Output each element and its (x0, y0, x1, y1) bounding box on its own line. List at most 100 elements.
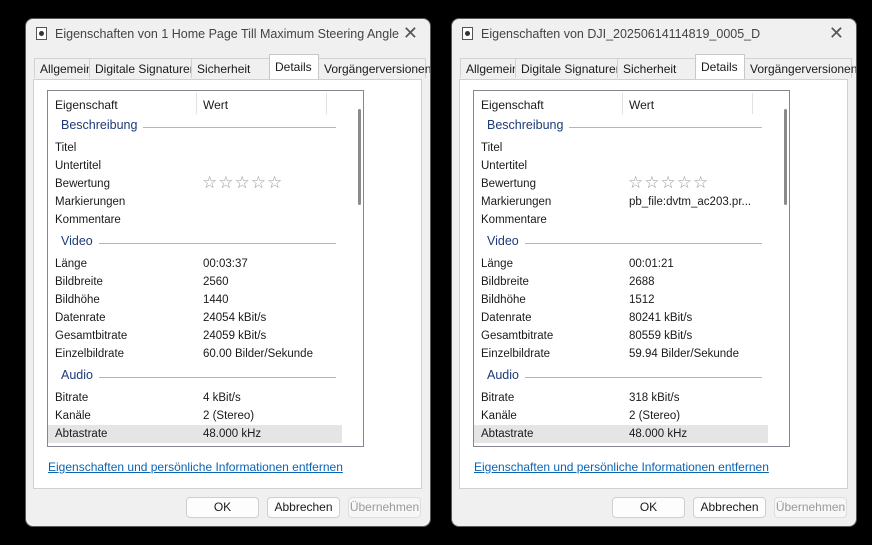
property-name: Datenrate (55, 312, 106, 324)
property-row[interactable]: Kommentare (474, 211, 768, 229)
column-divider[interactable] (326, 93, 327, 114)
property-row[interactable]: Markierungen pb_file:dvtm_ac203.pr... (474, 193, 768, 211)
column-divider[interactable] (622, 93, 623, 114)
property-row[interactable]: Markierungen (48, 193, 342, 211)
property-value: 60.00 Bilder/Sekunde (203, 348, 313, 360)
property-value: 48.000 kHz (203, 428, 262, 440)
property-value: 1512 (629, 294, 655, 306)
property-row[interactable]: Datenrate 24054 kBit/s (48, 309, 342, 327)
property-row[interactable]: Gesamtbitrate 80559 kBit/s (474, 327, 768, 345)
property-row[interactable]: Untertitel (474, 157, 768, 175)
tab-allgemein[interactable]: Allgemein (34, 58, 93, 78)
property-row[interactable]: Bitrate 318 kBit/s (474, 389, 768, 407)
group-label: Beschreibung (61, 118, 144, 132)
property-row[interactable]: Abtastrate 48.000 kHz (474, 425, 768, 443)
property-row[interactable]: Titel (48, 139, 342, 157)
remove-properties-link[interactable]: Eigenschaften und persönliche Informatio… (474, 460, 769, 474)
property-name: Gesamtbitrate (55, 330, 128, 342)
ok-button[interactable]: OK (186, 497, 259, 518)
property-name: Bitrate (481, 392, 515, 404)
tab-allgemein[interactable]: Allgemein (460, 58, 519, 78)
property-row[interactable]: Kanäle 2 (Stereo) (474, 407, 768, 425)
property-name: Untertitel (55, 160, 102, 172)
property-row[interactable]: Bildhöhe 1440 (48, 291, 342, 309)
property-row[interactable]: Kanäle 2 (Stereo) (48, 407, 342, 425)
property-name: Bewertung (481, 178, 536, 190)
apply-button[interactable]: Übernehmen (774, 497, 847, 518)
property-name: Kommentare (55, 214, 121, 226)
vertical-scrollbar[interactable] (358, 109, 361, 205)
group-header-audio: Audio (48, 367, 342, 385)
property-name: Markierungen (55, 196, 126, 208)
property-value: 2 (Stereo) (629, 410, 681, 422)
column-divider[interactable] (196, 93, 197, 114)
property-row[interactable]: Untertitel (48, 157, 342, 175)
property-row[interactable]: Bewertung ☆☆☆☆☆ (48, 173, 342, 193)
column-property[interactable]: Eigenschaft (55, 98, 118, 112)
column-value[interactable]: Wert (629, 98, 654, 112)
column-property[interactable]: Eigenschaft (481, 98, 544, 112)
vertical-scrollbar[interactable] (784, 109, 787, 205)
property-value: 48.000 kHz (629, 428, 688, 440)
column-divider[interactable] (752, 93, 753, 114)
window-title: Eigenschaften von 1 Home Page Till Maxim… (55, 27, 399, 41)
remove-properties-link[interactable]: Eigenschaften und persönliche Informatio… (48, 460, 343, 474)
details-panel: Eigenschaft Wert Beschreibung Titel Untertit… (33, 79, 422, 489)
title-bar: Eigenschaften von DJI_20250614114819_000… (452, 19, 856, 49)
property-row[interactable]: Einzelbildrate 60.00 Bilder/Sekunde (48, 345, 342, 363)
property-list[interactable]: Eigenschaft Wert Beschreibung Titel Untertit… (473, 90, 790, 447)
property-row[interactable]: Bildbreite 2560 (48, 273, 342, 291)
group-header-description: Beschreibung (48, 117, 342, 135)
tab-details[interactable]: Details (695, 54, 745, 79)
property-name: Titel (55, 142, 77, 154)
group-label: Audio (487, 368, 525, 382)
tab-vorgängerversionen[interactable]: Vorgängerversionen (744, 58, 856, 78)
tab-sicherheit[interactable]: Sicherheit (191, 58, 270, 78)
column-header: Eigenschaft Wert (474, 91, 768, 115)
property-row[interactable]: Datenrate 80241 kBit/s (474, 309, 768, 327)
column-header: Eigenschaft Wert (48, 91, 342, 115)
tab-strip: Allgemein Digitale Signaturen Sicherheit De… (34, 54, 430, 79)
ok-button[interactable]: OK (612, 497, 685, 518)
close-icon[interactable]: ✕ (403, 24, 418, 42)
property-name: Untertitel (481, 160, 528, 172)
group-header-audio: Audio (474, 367, 768, 385)
details-panel: Eigenschaft Wert Beschreibung Titel Untertit… (459, 79, 848, 489)
property-row[interactable]: Kommentare (48, 211, 342, 229)
property-list[interactable]: Eigenschaft Wert Beschreibung Titel Untertit… (47, 90, 364, 447)
property-value: 00:01:21 (629, 258, 674, 270)
property-row[interactable]: Bewertung ☆☆☆☆☆ (474, 173, 768, 193)
window-title: Eigenschaften von DJI_20250614114819_000… (481, 27, 761, 41)
property-name: Kanäle (481, 410, 517, 422)
property-row[interactable]: Bildbreite 2688 (474, 273, 768, 291)
property-row[interactable]: Bildhöhe 1512 (474, 291, 768, 309)
property-row[interactable]: Länge 00:03:37 (48, 255, 342, 273)
tab-sicherheit[interactable]: Sicherheit (617, 58, 696, 78)
cancel-button[interactable]: Abbrechen (693, 497, 766, 518)
rating-stars[interactable]: ☆☆☆☆☆ (628, 173, 709, 193)
group-header-video: Video (474, 233, 768, 251)
property-row[interactable]: Einzelbildrate 59.94 Bilder/Sekunde (474, 345, 768, 363)
rating-stars[interactable]: ☆☆☆☆☆ (202, 173, 283, 193)
file-properties-icon (36, 27, 47, 40)
tab-digitale-signaturen[interactable]: Digitale Signaturen (89, 58, 196, 78)
property-row[interactable]: Abtastrate 48.000 kHz (48, 425, 342, 443)
group-divider (61, 243, 336, 244)
cancel-button[interactable]: Abbrechen (267, 497, 340, 518)
column-value[interactable]: Wert (203, 98, 228, 112)
property-value: 59.94 Bilder/Sekunde (629, 348, 739, 360)
property-row[interactable]: Titel (474, 139, 768, 157)
property-row[interactable]: Länge 00:01:21 (474, 255, 768, 273)
properties-window-right: Eigenschaften von DJI_20250614114819_000… (451, 18, 857, 527)
group-header-description: Beschreibung (474, 117, 768, 135)
property-row[interactable]: Bitrate 4 kBit/s (48, 389, 342, 407)
property-name: Abtastrate (481, 428, 534, 440)
close-icon[interactable]: ✕ (829, 24, 844, 42)
property-row[interactable]: Gesamtbitrate 24059 kBit/s (48, 327, 342, 345)
tab-details[interactable]: Details (269, 54, 319, 79)
property-name: Einzelbildrate (481, 348, 551, 360)
tab-vorgängerversionen[interactable]: Vorgängerversionen (318, 58, 430, 78)
apply-button[interactable]: Übernehmen (348, 497, 421, 518)
tab-digitale-signaturen[interactable]: Digitale Signaturen (515, 58, 622, 78)
property-name: Abtastrate (55, 428, 108, 440)
